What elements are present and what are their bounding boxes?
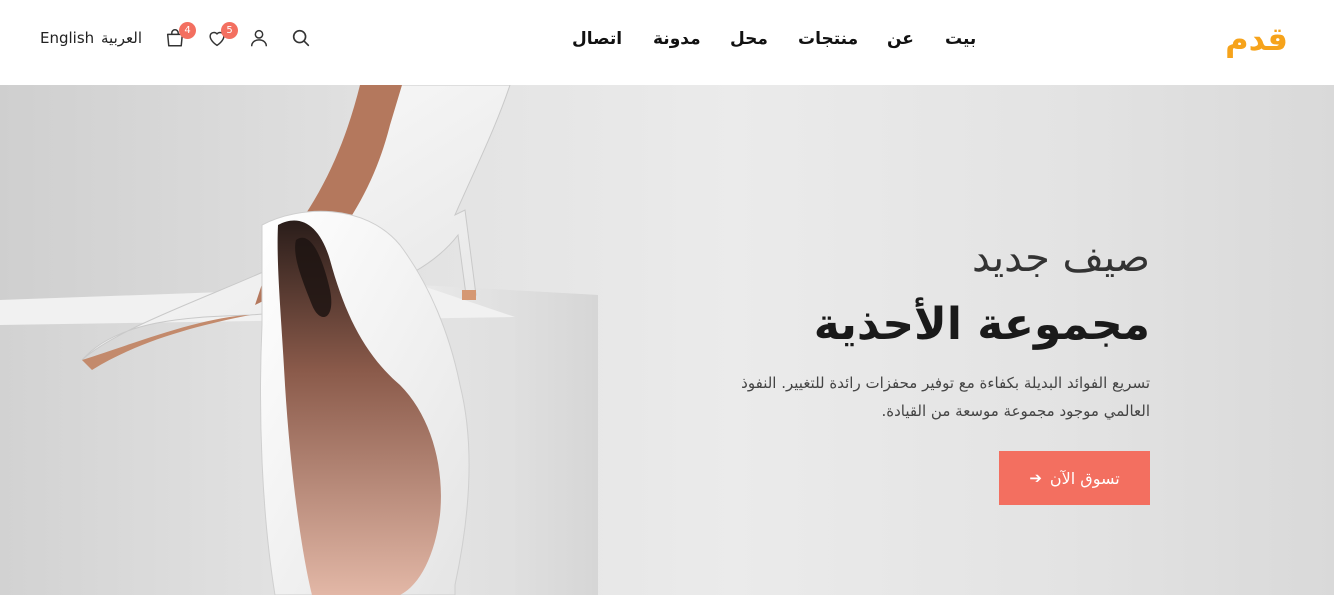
site-header: English العربية 4 5 اتصال مدونة محل منتج… [0,0,1334,85]
wishlist-count-badge: 5 [221,22,238,39]
hero-subtitle: صيف جديد [971,235,1150,281]
nav-blog[interactable]: مدونة [653,29,701,49]
shop-now-button[interactable]: تسوق الآن ➔ [999,451,1150,505]
hero-description: تسريع الفوائد البديلة بكفاءة مع توفير مح… [741,374,1150,420]
search-icon [292,29,310,47]
search-button[interactable] [290,27,312,51]
shop-now-label: تسوق الآن [1049,468,1120,488]
arrow-right-icon: ➔ [1029,469,1042,487]
hero-banner: صيف جديد مجموعة الأحذية تسريع الفوائد ال… [0,85,1334,595]
language-arabic-link[interactable]: العربية [101,29,142,47]
hero-shoes-image [0,85,598,595]
nav-home[interactable]: بيت [945,29,976,49]
nav-products[interactable]: منتجات [798,29,858,49]
wishlist-button[interactable]: 5 [206,22,238,51]
site-logo[interactable]: قدم [1225,20,1288,58]
language-english-link[interactable]: English [40,29,94,47]
hero-title: مجموعة الأحذية [813,299,1150,350]
account-button[interactable] [248,27,270,51]
nav-contact[interactable]: اتصال [572,29,622,49]
cart-button[interactable]: 4 [164,22,196,51]
user-icon [250,29,268,47]
cart-count-badge: 4 [179,22,196,39]
nav-shop[interactable]: محل [730,29,768,49]
nav-about[interactable]: عن [887,29,914,49]
